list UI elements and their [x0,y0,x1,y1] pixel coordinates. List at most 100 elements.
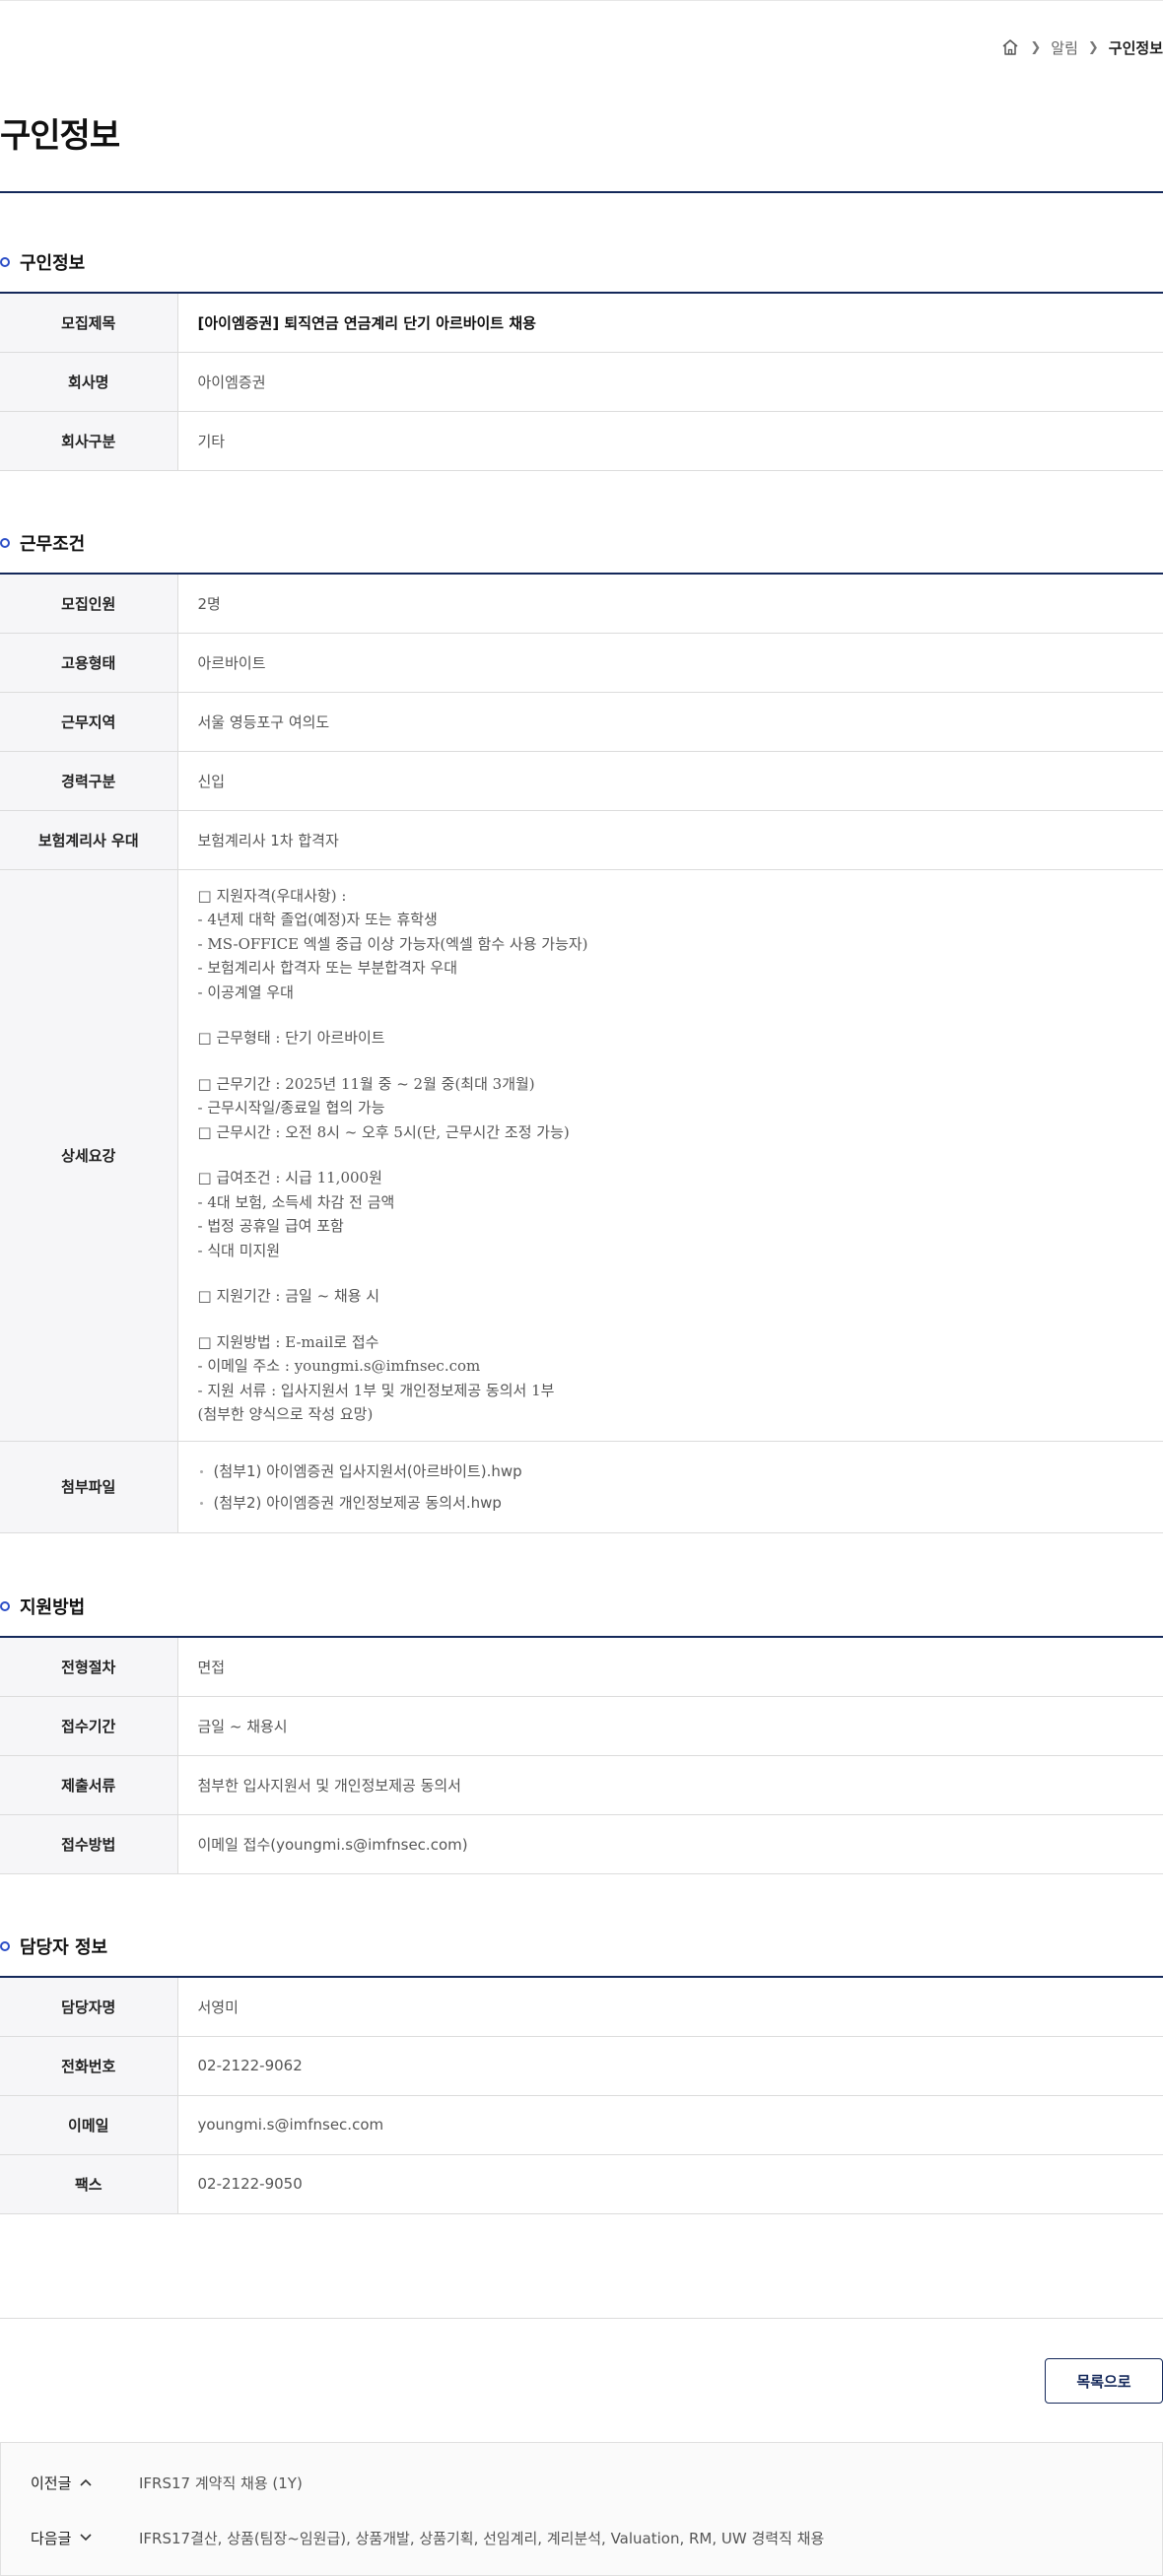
detail-line: □ 지원자격(우대사항) : [197,886,347,905]
phone-value: 02-2122-9062 [177,2036,1163,2096]
detail-line: - 이공계열 우대 [197,983,294,1001]
breadcrumb-item-alert[interactable]: 알림 [1051,37,1078,58]
prev-post-row[interactable]: 이전글 IFRS17 계약직 채용 (1Y) [1,2455,1162,2510]
detail-line: - 4년제 대학 졸업(예정)자 또는 휴학생 [197,911,438,928]
detail-spacer [198,1262,1144,1284]
detail-line: □ 지원기간 : 금일 ~ 채용 시 [197,1287,380,1305]
circle-bullet-icon [0,1941,10,1951]
circle-bullet-icon [0,538,10,548]
headcount-value: 2명 [177,574,1163,634]
detail-line: - 지원 서류 : 입사지원서 1부 및 개인정보제공 동의서 1부 [197,1381,555,1399]
detail-spacer [198,1004,1144,1026]
table-row: 팩스 02-2122-9050 [0,2154,1163,2214]
detail-line: (첨부한 양식으로 작성 요망) [197,1405,374,1423]
next-post-row[interactable]: 다음글 IFRS17결산, 상품(팀장~임원급), 상품개발, 상품기획, 선임… [1,2510,1162,2565]
table-row: 상세요강 □ 지원자격(우대사항) : - 4년제 대학 졸업(예정)자 또는 휴… [0,869,1163,1442]
row-label: 모집제목 [0,293,178,353]
row-label: 전형절차 [0,1637,178,1697]
row-label: 모집인원 [0,574,178,634]
detail-line: □ 급여조건 : 시급 11,000원 [197,1169,382,1186]
row-label: 전화번호 [0,2036,178,2096]
table-row: 전형절차 면접 [0,1637,1163,1697]
detail-line: - 식대 미지원 [197,1241,281,1259]
company-type-value: 기타 [177,411,1163,471]
table-row: 접수기간 금일 ~ 채용시 [0,1696,1163,1756]
breadcrumb: ❯ 알림 ❯ 구인정보 [1000,35,1163,59]
table-row: 전화번호 02-2122-9062 [0,2036,1163,2096]
section-title-apply: 지원방법 [0,1593,85,1619]
prev-next-navigation: 이전글 IFRS17 계약직 채용 (1Y) 다음글 IFRS17결산, 상품(… [0,2442,1163,2576]
chevron-right-icon: ❯ [1030,39,1042,55]
work-location-value: 서울 영등포구 여의도 [177,692,1163,752]
table-row: 제출서류 첨부한 입사지원서 및 개인정보제공 동의서 [0,1755,1163,1815]
detail-spacer [198,1051,1144,1072]
attachment-list: (첨부1) 아이엠증권 입사지원서(아르바이트).hwp (첨부2) 아이엠증권… [177,1441,1163,1533]
table-row: 첨부파일 (첨부1) 아이엠증권 입사지원서(아르바이트).hwp (첨부2) … [0,1441,1163,1533]
prev-post-label: 이전글 [31,2473,139,2493]
table-row: 담당자명 서영미 [0,1977,1163,2037]
recruit-title-value: [아이엠증권] 퇴직연금 연금계리 단기 아르바이트 채용 [177,293,1163,353]
row-label: 회사명 [0,352,178,412]
section-title-conditions: 근무조건 [0,530,85,556]
career-value: 신입 [177,751,1163,811]
row-label: 회사구분 [0,411,178,471]
row-label: 이메일 [0,2095,178,2155]
breadcrumb-item-current[interactable]: 구인정보 [1109,37,1163,58]
table-row: 고용형태 아르바이트 [0,633,1163,693]
attachment-link[interactable]: (첨부1) 아이엠증권 입사지원서(아르바이트).hwp [198,1456,1144,1487]
chevron-up-icon [79,2477,93,2487]
detail-lines: □ 지원자격(우대사항) : - 4년제 대학 졸업(예정)자 또는 휴학생 - M… [198,884,1144,1427]
detail-line: □ 근무시간 : 오전 8시 ~ 오후 5시(단, 근무시간 조정 가능) [197,1122,570,1141]
conditions-table: 모집인원 2명 고용형태 아르바이트 근무지역 서울 영등포구 여의도 경력구분… [0,573,1163,1533]
job-info-table: 모집제목 [아이엠증권] 퇴직연금 연금계리 단기 아르바이트 채용 회사명 아… [0,292,1163,471]
application-period-value: 금일 ~ 채용시 [177,1696,1163,1756]
contact-name-value: 서영미 [177,1977,1163,2037]
employment-type-value: 아르바이트 [177,633,1163,693]
attachment-link[interactable]: (첨부2) 아이엠증권 개인정보제공 동의서.hwp [198,1487,1144,1519]
detail-line: - 4대 보험, 소득세 차감 전 금액 [197,1192,395,1211]
row-label: 접수기간 [0,1696,178,1756]
page-title: 구인정보 [0,116,120,156]
row-label: 제출서류 [0,1755,178,1815]
row-label: 첨부파일 [0,1441,178,1533]
table-row: 보험계리사 우대 보험계리사 1차 합격자 [0,810,1163,870]
detail-line: □ 근무형태 : 단기 아르바이트 [197,1029,385,1047]
next-label-text: 다음글 [31,2529,72,2547]
table-row: 근무지역 서울 영등포구 여의도 [0,692,1163,752]
section-title-text: 구인정보 [20,253,86,274]
section-title-job-info: 구인정보 [0,249,85,275]
detail-line: □ 지원방법 : E-mail로 접수 [197,1332,379,1351]
back-to-list-button[interactable]: 목록으로 [1045,2358,1163,2404]
circle-bullet-icon [0,257,10,267]
section-title-text: 근무조건 [20,534,86,555]
next-post-link[interactable]: IFRS17결산, 상품(팀장~임원급), 상품개발, 상품기획, 선임계리, … [139,2528,824,2548]
row-label: 상세요강 [0,869,178,1442]
apply-table: 전형절차 면접 접수기간 금일 ~ 채용시 제출서류 첨부한 입사지원서 및 개… [0,1636,1163,1874]
row-label: 담당자명 [0,1977,178,2037]
table-row: 회사구분 기타 [0,411,1163,471]
prev-label-text: 이전글 [31,2474,72,2492]
prev-post-link[interactable]: IFRS17 계약직 채용 (1Y) [139,2473,303,2493]
circle-bullet-icon [0,1601,10,1611]
title-divider [0,191,1163,193]
actuary-preference-value: 보험계리사 1차 합격자 [177,810,1163,870]
detail-line: - 이메일 주소 : youngmi.s@imfnsec.com [197,1357,481,1375]
company-name-value: 아이엠증권 [177,352,1163,412]
row-label: 근무지역 [0,692,178,752]
table-row: 경력구분 신입 [0,751,1163,811]
row-label: 팩스 [0,2154,178,2214]
table-row: 회사명 아이엠증권 [0,352,1163,412]
selection-process-value: 면접 [177,1637,1163,1697]
section-title-text: 담당자 정보 [20,1937,108,1958]
section-title-contact: 담당자 정보 [0,1933,107,1959]
contact-table: 담당자명 서영미 전화번호 02-2122-9062 이메일 youngmi.s… [0,1976,1163,2214]
detail-spacer [198,1309,1144,1330]
chevron-down-icon [79,2533,93,2542]
detail-line: - MS-OFFICE 엑셀 중급 이상 가능자(엑셀 함수 사용 가능자) [197,934,588,953]
detail-line: □ 근무기간 : 2025년 11월 중 ~ 2월 중(최대 3개월) [197,1074,535,1093]
detail-requirements: □ 지원자격(우대사항) : - 4년제 대학 졸업(예정)자 또는 휴학생 - M… [177,869,1163,1442]
application-method-value: 이메일 접수(youngmi.s@imfnsec.com) [177,1814,1163,1874]
row-label: 경력구분 [0,751,178,811]
top-divider [0,0,1163,1]
home-icon[interactable] [1000,37,1020,57]
